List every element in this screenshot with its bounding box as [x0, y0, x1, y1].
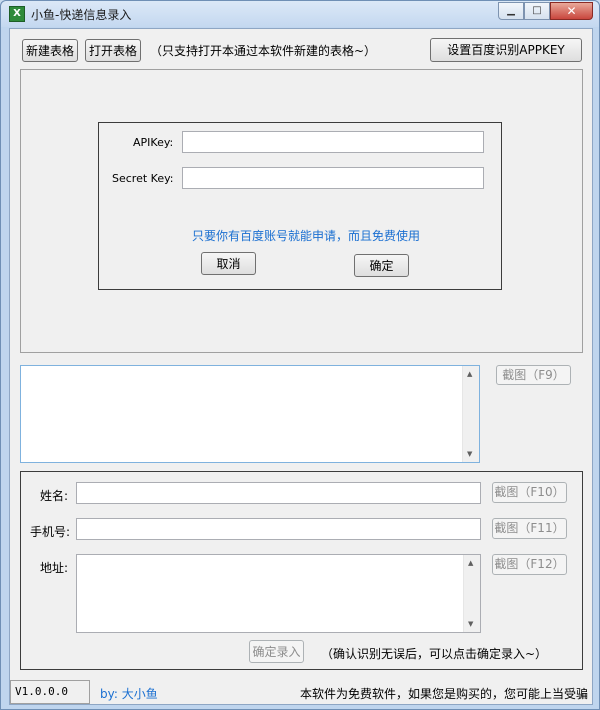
scroll-down-icon[interactable]: ▼	[468, 620, 473, 628]
open-table-hint: （只支持打开本通过本软件新建的表格~）	[150, 44, 377, 58]
name-label: 姓名:	[40, 489, 69, 503]
maximize-button[interactable]: □	[524, 2, 550, 20]
submit-hint: （确认识别无误后，可以点击确定录入~）	[321, 647, 548, 661]
scroll-up-icon[interactable]: ▲	[468, 559, 473, 567]
window-controls: ▁ □ ✕	[498, 2, 593, 21]
client-area: 新建表格 打开表格 （只支持打开本通过本软件新建的表格~） 设置百度识别APPK…	[9, 28, 593, 705]
phone-label: 手机号:	[30, 525, 71, 539]
status-bar: V1.0.0.0 by: 大小鱼 本软件为免费软件，如果您是购买的，您可能上当受…	[10, 680, 592, 704]
secret-key-label: Secret Key:	[112, 172, 174, 185]
apply-key-link[interactable]: 只要你有百度账号就能申请，而且免费使用	[192, 227, 420, 244]
version-text: V1.0.0.0	[15, 685, 68, 698]
screenshot-f9-button[interactable]: 截图（F9）	[496, 365, 571, 385]
free-software-notice: 本软件为免费软件，如果您是购买的，您可能上当受骗	[299, 687, 588, 701]
api-key-label: APIKey:	[133, 136, 174, 149]
key-settings-panel: APIKey: Secret Key: 只要你有百度账号就能申请，而且免费使用 …	[20, 69, 583, 353]
ocr-scrollbar[interactable]: ▲ ▼	[462, 366, 479, 462]
phone-input[interactable]	[76, 518, 481, 540]
screenshot-f10-button[interactable]: 截图（F10）	[492, 482, 567, 503]
address-textarea[interactable]: ▲ ▼	[76, 554, 481, 633]
entry-form-panel: 姓名: 截图（F10） 手机号: 截图（F11） 地址: ▲ ▼ 截图（F12）…	[20, 471, 583, 670]
cancel-button[interactable]: 取消	[201, 252, 256, 275]
scroll-down-icon[interactable]: ▼	[467, 450, 472, 458]
version-cell: V1.0.0.0	[10, 680, 90, 704]
set-appkey-button[interactable]: 设置百度识别APPKEY	[430, 38, 582, 62]
open-table-button[interactable]: 打开表格	[85, 39, 141, 62]
app-window: X 小鱼-快递信息录入 ▁ □ ✕ 新建表格 打开表格 （只支持打开本通过本软件…	[0, 0, 600, 710]
minimize-button[interactable]: ▁	[498, 2, 524, 20]
secret-key-input[interactable]	[182, 167, 484, 189]
address-scrollbar[interactable]: ▲ ▼	[463, 555, 480, 632]
confirm-button[interactable]: 确定	[354, 254, 409, 277]
scroll-up-icon[interactable]: ▲	[467, 370, 472, 378]
excel-icon: X	[9, 6, 25, 22]
window-title: 小鱼-快递信息录入	[31, 8, 132, 22]
api-key-input[interactable]	[182, 131, 484, 153]
address-label: 地址:	[40, 561, 69, 575]
screenshot-f12-button[interactable]: 截图（F12）	[492, 554, 567, 575]
new-table-button[interactable]: 新建表格	[22, 39, 78, 62]
ocr-result-textarea[interactable]: ▲ ▼	[20, 365, 480, 463]
close-button[interactable]: ✕	[550, 2, 593, 20]
title-bar[interactable]: X 小鱼-快递信息录入 ▁ □ ✕	[1, 1, 599, 27]
screenshot-f11-button[interactable]: 截图（F11）	[492, 518, 567, 539]
author-text: by: 大小鱼	[100, 687, 158, 701]
name-input[interactable]	[76, 482, 481, 504]
submit-entry-button[interactable]: 确定录入	[249, 640, 304, 663]
key-dialog: APIKey: Secret Key: 只要你有百度账号就能申请，而且免费使用 …	[98, 122, 502, 290]
